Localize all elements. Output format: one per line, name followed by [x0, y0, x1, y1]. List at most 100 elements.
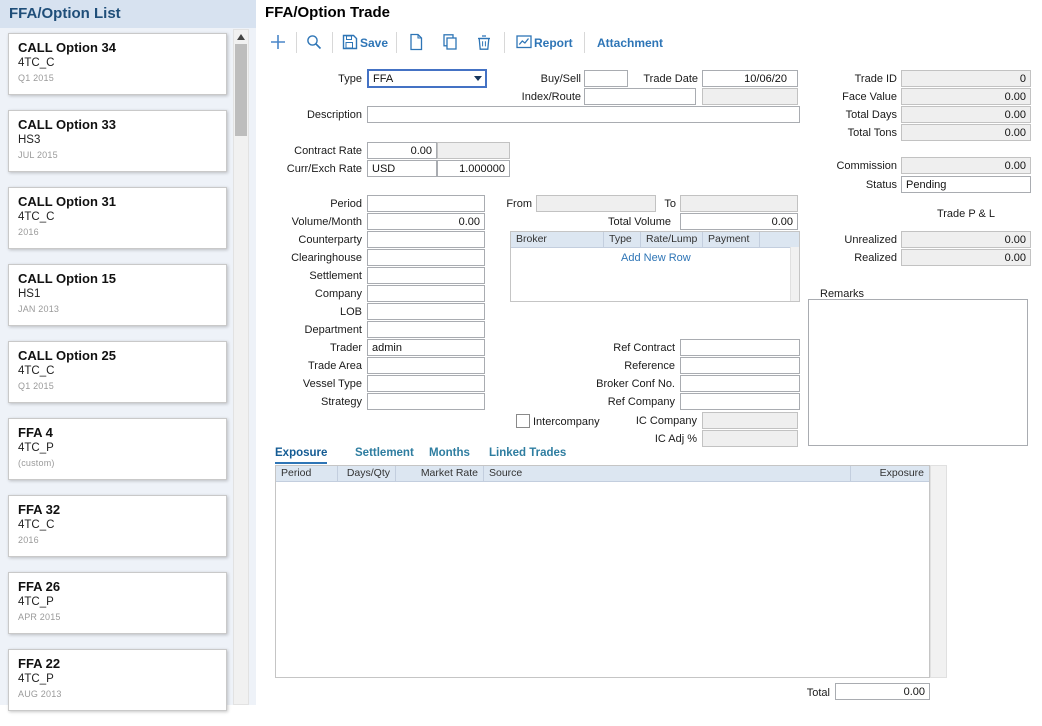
vessel-type-input[interactable] [367, 375, 485, 392]
reference-label: Reference [575, 360, 675, 372]
exposure-col-header: Exposure [851, 466, 929, 481]
status-label: Status [767, 179, 897, 191]
company-input[interactable] [367, 285, 485, 302]
strategy-label: Strategy [256, 396, 362, 408]
item-code: 4TC_C [18, 519, 217, 531]
toolbar-divider [584, 32, 585, 53]
list-item[interactable]: FFA 22 4TC_P AUG 2013 [8, 649, 227, 711]
exposure-table-scrollbar[interactable] [930, 465, 947, 678]
item-code: HS1 [18, 288, 217, 300]
lob-label: LOB [256, 306, 362, 318]
search-icon[interactable] [304, 32, 324, 52]
ref-contract-input[interactable] [680, 339, 800, 356]
type-dropdown[interactable]: FFA [367, 69, 487, 88]
save-icon[interactable] [340, 32, 360, 52]
unrealized-field [901, 231, 1031, 248]
list-item[interactable]: CALL Option 15 HS1 JAN 2013 [8, 264, 227, 326]
trader-input[interactable] [367, 339, 485, 356]
item-period: 2016 [18, 535, 217, 545]
vessel-type-label: Vessel Type [256, 378, 362, 390]
currency-input[interactable] [367, 160, 437, 177]
add-new-row-link[interactable]: Add New Row [621, 252, 691, 264]
add-icon[interactable] [268, 32, 288, 52]
broker-col-header: Broker [511, 232, 604, 247]
commission-label: Commission [767, 160, 897, 172]
item-period: APR 2015 [18, 612, 217, 622]
description-input[interactable] [367, 106, 800, 123]
tab-linked-trades[interactable]: Linked Trades [489, 447, 566, 462]
realized-field [901, 249, 1031, 266]
strategy-input[interactable] [367, 393, 485, 410]
contract-rate-input[interactable] [367, 142, 437, 159]
total-volume-input[interactable] [680, 213, 798, 230]
item-period: Q1 2015 [18, 73, 217, 83]
list-item[interactable]: CALL Option 33 HS3 JUL 2015 [8, 110, 227, 172]
tab-months[interactable]: Months [429, 447, 470, 462]
scrollbar-thumb[interactable] [235, 44, 247, 136]
total-field[interactable] [835, 683, 930, 700]
total-tons-field [901, 124, 1031, 141]
period-input[interactable] [367, 195, 485, 212]
index-route-input[interactable] [584, 88, 696, 105]
ref-company-input[interactable] [680, 393, 800, 410]
type-col-header: Type [604, 232, 641, 247]
intercompany-checkbox[interactable] [516, 414, 530, 428]
item-name: FFA 26 [18, 579, 217, 594]
status-input[interactable] [901, 176, 1031, 193]
item-name: FFA 32 [18, 502, 217, 517]
list-item[interactable]: FFA 32 4TC_C 2016 [8, 495, 227, 557]
sidebar-title: FFA/Option List [0, 0, 256, 28]
list-item[interactable]: FFA 4 4TC_P (custom) [8, 418, 227, 480]
item-period: JUL 2015 [18, 150, 217, 160]
reference-input[interactable] [680, 357, 800, 374]
clearinghouse-input[interactable] [367, 249, 485, 266]
settlement-input[interactable] [367, 267, 485, 284]
broker-table: Broker Type Rate/Lump Payment Add New Ro… [510, 231, 800, 302]
trade-form-panel: FFA/Option Trade Save Report Attachment … [256, 0, 1042, 705]
to-label: To [636, 198, 676, 210]
attachment-button[interactable]: Attachment [597, 36, 663, 50]
counterparty-label: Counterparty [256, 234, 362, 246]
copy-icon[interactable] [440, 32, 460, 52]
list-item[interactable]: FFA 26 4TC_P APR 2015 [8, 572, 227, 634]
item-code: 4TC_P [18, 442, 217, 454]
volume-month-input[interactable] [367, 213, 485, 230]
list-item[interactable]: CALL Option 31 4TC_C 2016 [8, 187, 227, 249]
ffa-option-list-panel: FFA/Option List CALL Option 34 4TC_C Q1 … [0, 0, 256, 705]
new-document-icon[interactable] [406, 32, 426, 52]
trade-area-input[interactable] [367, 357, 485, 374]
exposure-table-header: Period Days/Qty Market Rate Source Expos… [276, 466, 929, 482]
tab-settlement[interactable]: Settlement [355, 447, 414, 462]
delete-icon[interactable] [474, 32, 494, 52]
ic-adj-pct-field [702, 430, 798, 447]
item-code: 4TC_P [18, 596, 217, 608]
item-code: 4TC_C [18, 57, 217, 69]
report-icon[interactable] [514, 32, 534, 52]
toolbar-divider [296, 32, 297, 53]
item-name: CALL Option 31 [18, 194, 217, 209]
type-label: Type [256, 73, 362, 85]
type-value: FFA [369, 73, 470, 85]
department-input[interactable] [367, 321, 485, 338]
market-rate-col-header: Market Rate [396, 466, 484, 481]
save-button[interactable]: Save [360, 36, 388, 50]
rate-lump-col-header: Rate/Lump [641, 232, 703, 247]
lob-input[interactable] [367, 303, 485, 320]
report-button[interactable]: Report [534, 36, 573, 50]
scroll-up-icon[interactable] [237, 34, 245, 40]
broker-table-scrollbar[interactable] [790, 247, 799, 301]
trade-id-field [901, 70, 1031, 87]
remarks-textarea[interactable] [808, 299, 1028, 446]
item-name: FFA 4 [18, 425, 217, 440]
broker-conf-no-input[interactable] [680, 375, 800, 392]
list-item[interactable]: CALL Option 25 4TC_C Q1 2015 [8, 341, 227, 403]
sidebar-scrollbar[interactable] [233, 29, 249, 705]
counterparty-input[interactable] [367, 231, 485, 248]
tab-exposure[interactable]: Exposure [275, 447, 327, 464]
exposure-table: Period Days/Qty Market Rate Source Expos… [275, 465, 930, 678]
option-list: CALL Option 34 4TC_C Q1 2015 CALL Option… [8, 33, 227, 726]
toolbar-divider [504, 32, 505, 53]
company-label: Company [256, 288, 362, 300]
exch-rate-input[interactable] [437, 160, 510, 177]
list-item[interactable]: CALL Option 34 4TC_C Q1 2015 [8, 33, 227, 95]
